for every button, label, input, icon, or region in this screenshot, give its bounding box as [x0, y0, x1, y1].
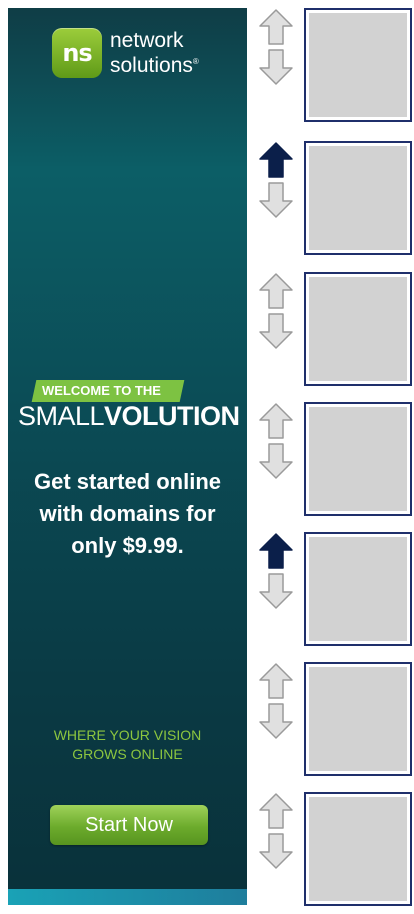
- brand-line-2: solutions: [110, 54, 193, 77]
- thumbnail-image[interactable]: [304, 532, 412, 646]
- vote-controls: [256, 402, 296, 492]
- logo-letters: ns: [62, 39, 92, 67]
- vote-controls: [256, 792, 296, 882]
- thumbnail-placeholder: [309, 797, 407, 901]
- down-arrow-icon[interactable]: [258, 700, 294, 740]
- ad-bottom-strip: [8, 889, 247, 905]
- up-arrow-icon[interactable]: [258, 8, 294, 48]
- up-arrow-icon[interactable]: [258, 662, 294, 702]
- vote-controls: [256, 8, 296, 98]
- list-item: [256, 8, 414, 130]
- offer-line-1: Get started online: [33, 469, 222, 494]
- thumbnail-image[interactable]: [304, 402, 412, 516]
- network-solutions-ad[interactable]: ns network solutions® WELCOME TO THE SMA…: [8, 8, 247, 905]
- brand-name: network solutions®: [110, 30, 199, 76]
- down-arrow-icon[interactable]: [258, 310, 294, 350]
- welcome-text: WELCOME TO THE: [42, 383, 161, 398]
- tagline-line-2: GROWS ONLINE: [72, 746, 183, 762]
- list-item: [256, 272, 414, 394]
- up-arrow-icon[interactable]: [258, 532, 294, 572]
- thumbnail-placeholder: [309, 277, 407, 381]
- thumbnail-placeholder: [309, 407, 407, 511]
- down-arrow-icon[interactable]: [258, 830, 294, 870]
- list-item: [256, 141, 414, 263]
- title-bold: VOLUTION: [104, 401, 240, 431]
- list-item: [256, 662, 414, 784]
- vote-controls: [256, 141, 296, 231]
- list-item: [256, 532, 414, 654]
- network-solutions-logo-icon: ns: [52, 28, 102, 78]
- up-arrow-icon[interactable]: [258, 402, 294, 442]
- thumbnail-placeholder: [309, 13, 407, 117]
- vote-controls: [256, 272, 296, 362]
- vote-controls: [256, 532, 296, 622]
- offer-line-2: with domains for: [39, 501, 216, 526]
- up-arrow-icon[interactable]: [258, 792, 294, 832]
- list-item: [256, 792, 414, 914]
- thumbnail-image[interactable]: [304, 141, 412, 255]
- list-item: [256, 402, 414, 524]
- tagline: WHERE YOUR VISION GROWS ONLINE: [8, 726, 247, 764]
- thumbnail-placeholder: [309, 667, 407, 771]
- start-now-button[interactable]: Start Now: [50, 805, 208, 845]
- down-arrow-icon[interactable]: [258, 440, 294, 480]
- thumbnail-image[interactable]: [304, 662, 412, 776]
- down-arrow-icon[interactable]: [258, 179, 294, 219]
- tagline-line-1: WHERE YOUR VISION: [53, 727, 202, 743]
- brand: ns network solutions®: [52, 28, 199, 78]
- thumbnail-placeholder: [309, 537, 407, 641]
- down-arrow-icon[interactable]: [258, 570, 294, 610]
- title-light: SMALL: [18, 401, 105, 431]
- offer-line-3: only $9.99.: [71, 533, 184, 558]
- smallvolution-title: SMALLVOLUTION: [18, 401, 240, 432]
- down-arrow-icon[interactable]: [258, 46, 294, 86]
- brand-line-1: network: [110, 29, 184, 52]
- registered-mark: ®: [192, 57, 199, 66]
- up-arrow-icon[interactable]: [258, 141, 294, 181]
- thumbnail-image[interactable]: [304, 8, 412, 122]
- thumbnail-placeholder: [309, 146, 407, 250]
- offer-text: Get started online with domains for only…: [8, 466, 247, 562]
- vote-controls: [256, 662, 296, 752]
- thumbnail-image[interactable]: [304, 792, 412, 906]
- thumbnail-image[interactable]: [304, 272, 412, 386]
- up-arrow-icon[interactable]: [258, 272, 294, 312]
